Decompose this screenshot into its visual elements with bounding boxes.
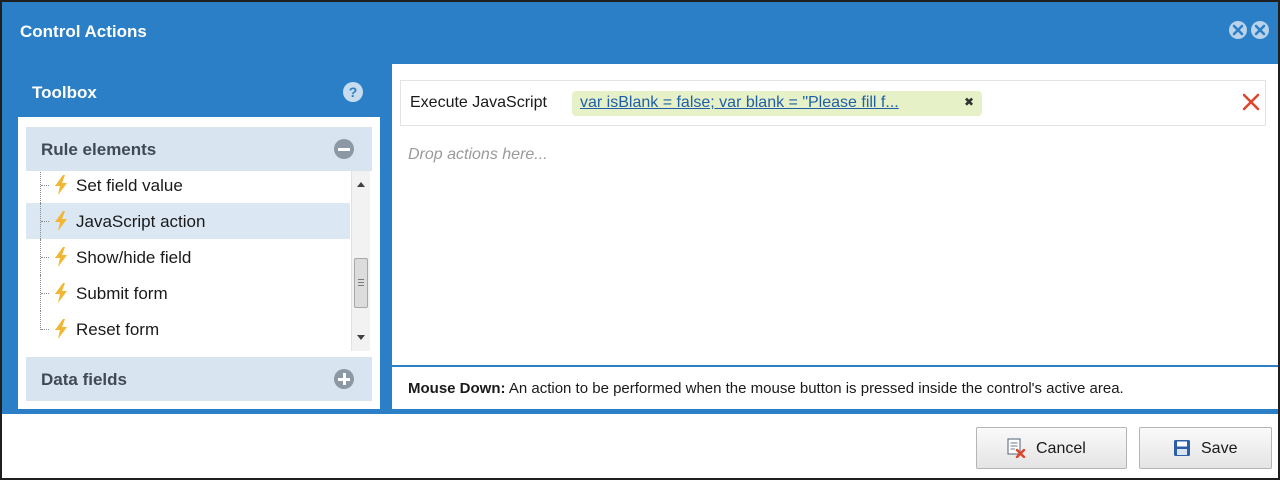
tree-connector	[41, 221, 49, 222]
toolbox-header: Toolbox ?	[18, 64, 380, 117]
actions-panel: Execute JavaScript var isBlank = false; …	[392, 64, 1278, 409]
scroll-up-icon[interactable]	[357, 182, 365, 187]
tree-item-label: Reset form	[76, 320, 160, 339]
lightning-icon	[55, 175, 67, 195]
section-data-fields-label: Data fields	[41, 370, 127, 389]
cancel-button[interactable]: Cancel	[976, 427, 1127, 469]
delete-action-icon[interactable]	[1242, 93, 1260, 111]
rule-elements-list: Set field value JavaScript action Show/h…	[26, 171, 350, 351]
minimize-icon[interactable]	[1229, 21, 1247, 39]
tree-item-label: Show/hide field	[76, 248, 192, 267]
save-button[interactable]: Save	[1139, 427, 1272, 469]
section-rule-elements-label: Rule elements	[41, 140, 157, 159]
tree-item-label: Submit form	[76, 284, 168, 303]
tree-connector	[40, 311, 41, 330]
tree-item-submit-form[interactable]: Submit form	[26, 275, 350, 311]
dialog-footer: Cancel Save	[2, 414, 1278, 478]
tree-item-show-hide-field[interactable]: Show/hide field	[26, 239, 350, 275]
tree-connector	[41, 293, 49, 294]
panel-divider	[392, 365, 1278, 367]
save-label: Save	[1201, 440, 1238, 457]
toolbox-title: Toolbox	[32, 83, 97, 102]
cancel-icon	[1007, 438, 1026, 458]
toolbox-scrollbar[interactable]	[351, 171, 370, 351]
dialog-titlebar: Control Actions	[2, 2, 1278, 62]
tree-item-javascript-action[interactable]: JavaScript action	[26, 203, 350, 239]
drop-zone-hint[interactable]: Drop actions here...	[408, 146, 548, 164]
lightning-icon	[55, 283, 67, 303]
scroll-thumb[interactable]	[354, 258, 368, 308]
lightning-icon	[55, 211, 67, 231]
event-description: Mouse Down: An action to be performed wh…	[408, 380, 1124, 397]
control-actions-dialog: Control Actions Toolbox ? Rule elements	[0, 0, 1280, 480]
event-name: Mouse Down:	[408, 380, 506, 397]
tree-connector	[40, 171, 41, 203]
dialog-title: Control Actions	[20, 22, 147, 41]
lightning-icon	[55, 247, 67, 267]
section-rule-elements[interactable]: Rule elements	[26, 127, 372, 171]
expand-icon[interactable]	[334, 369, 354, 389]
action-row[interactable]: Execute JavaScript var isBlank = false; …	[400, 80, 1266, 126]
collapse-icon[interactable]	[334, 139, 354, 159]
scroll-down-icon[interactable]	[357, 335, 365, 340]
tree-item-reset-form[interactable]: Reset form	[26, 311, 350, 347]
tree-item-label: JavaScript action	[76, 212, 206, 231]
close-icon[interactable]	[1251, 21, 1269, 39]
section-data-fields[interactable]: Data fields	[26, 357, 372, 401]
tree-connector	[41, 329, 49, 330]
tree-item-label: Set field value	[76, 176, 183, 195]
action-value-link[interactable]: var isBlank = false; var blank = "Please…	[580, 94, 899, 112]
toolbox-panel: Toolbox ? Rule elements Set field value	[18, 64, 380, 409]
cancel-label: Cancel	[1036, 440, 1086, 457]
tree-item-set-field-value[interactable]: Set field value	[26, 171, 350, 203]
event-description-text: An action to be performed when the mouse…	[508, 380, 1124, 397]
save-icon	[1174, 440, 1190, 456]
lightning-icon	[55, 319, 67, 339]
action-value-chip: var isBlank = false; var blank = "Please…	[572, 91, 982, 116]
toolbox-content: Rule elements Set field value JavaScript…	[24, 123, 374, 405]
help-icon[interactable]: ?	[343, 82, 363, 102]
action-type-label: Execute JavaScript	[410, 94, 547, 111]
tree-connector	[41, 257, 49, 258]
tree-connector	[41, 185, 49, 186]
remove-value-icon[interactable]: ✖	[964, 95, 974, 109]
